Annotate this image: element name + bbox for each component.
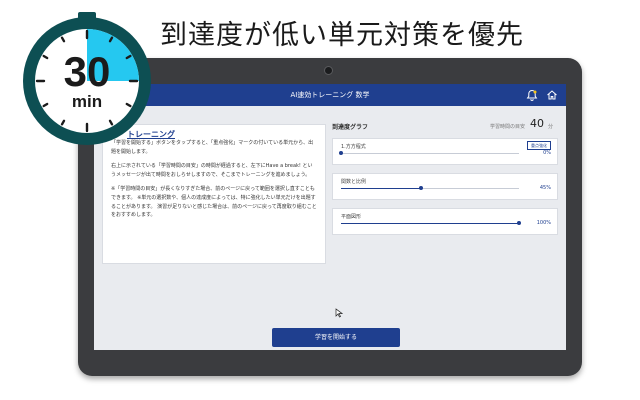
unit-name: 平面図形 — [341, 214, 362, 220]
study-time-label: 学習時間の目安 — [490, 124, 526, 130]
start-learning-button[interactable]: 学習を開始する — [272, 328, 400, 347]
timer-value: 30 — [63, 48, 111, 95]
unit-percent: 45% — [539, 185, 551, 191]
unit-name: 関数と比例 — [341, 179, 367, 185]
progress-header: 到達度グラフ 学習時間の目安 40 分 — [332, 114, 558, 138]
unit-name: 1.方方程式 — [341, 144, 366, 150]
unit-card: 1.方方程式 重点強化 0% — [332, 138, 558, 165]
unit-list: 1.方方程式 重点強化 0% 関数と比例 45% 平面図形 100% — [332, 138, 558, 235]
instruction-paragraph: ※「学習時間の目安」が長くなりすぎた場合、前のページに戻って範囲を選択し直すこと… — [111, 186, 317, 219]
progress-fill — [341, 188, 422, 189]
progress-area: 到達度グラフ 学習時間の目安 40 分 1.方方程式 重点強化 0% 関数と比例 45%… — [332, 114, 558, 243]
instruction-paragraph: 右上に示されている「学習時間の目安」の時間が経過すると、左下にHave a br… — [111, 163, 313, 178]
app-header: AI速効トレーニング 数学 — [94, 84, 566, 106]
unit-percent: 0% — [543, 150, 551, 156]
stopwatch-icon: 30 min — [16, 10, 158, 152]
progress-track — [339, 151, 519, 155]
camera-icon — [324, 66, 333, 75]
progress-knob — [339, 151, 343, 155]
progress-track — [341, 221, 521, 225]
progress-track — [341, 186, 519, 190]
progress-knob — [517, 221, 521, 225]
focus-badge: 重点強化 — [527, 141, 551, 150]
home-icon[interactable] — [546, 89, 558, 101]
mouse-cursor-icon — [335, 308, 343, 318]
progress-title: 到達度グラフ — [332, 124, 369, 131]
unit-percent: 100% — [536, 220, 551, 226]
unit-card: 平面図形 100% — [332, 208, 558, 235]
app-screen: AI速効トレーニング 数学 トレーニング 「学習を開始する」ボタンをタップすると… — [94, 84, 566, 350]
study-time-unit: 分 — [548, 124, 554, 130]
unit-card: 関数と比例 45% — [332, 173, 558, 200]
headline: 到達度が低い単元対策を優先 — [160, 20, 524, 51]
progress-fill — [341, 223, 519, 224]
progress-knob — [419, 186, 424, 190]
study-time-value: 40 — [530, 117, 544, 130]
bell-icon[interactable] — [526, 89, 538, 101]
timer-unit: min — [71, 92, 103, 111]
app-title: AI速効トレーニング 数学 — [290, 91, 370, 99]
